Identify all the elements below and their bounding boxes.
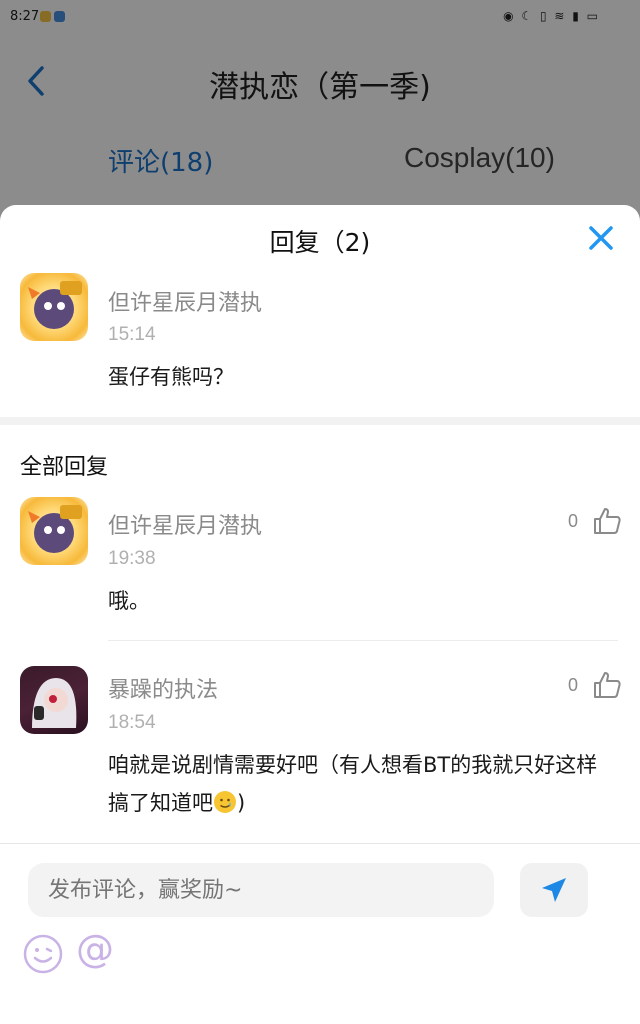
send-button[interactable]: [520, 863, 588, 917]
avatar[interactable]: [20, 273, 88, 341]
thumbs-up-icon[interactable]: [592, 670, 622, 700]
avatar-image: [28, 281, 82, 329]
like-count: 0: [567, 511, 578, 531]
emoji-icon[interactable]: [22, 933, 64, 975]
smiling-with-tear-emoji-icon: [214, 791, 236, 813]
mention-icon[interactable]: @: [76, 927, 114, 971]
reply-text: 咱就是说剧情需要好吧（有人想看BT的我就只好这样搞了知道吧): [108, 746, 613, 822]
like-count: 0: [567, 675, 578, 695]
comment-input[interactable]: [28, 863, 494, 917]
avatar-image: [32, 678, 77, 728]
section-title: 全部回复: [20, 455, 109, 480]
avatar[interactable]: [20, 666, 88, 734]
avatar-image: [28, 505, 82, 553]
close-icon[interactable]: [586, 223, 616, 253]
row-divider: [108, 640, 618, 641]
reply-time: 19:38: [108, 548, 156, 569]
input-divider: [0, 843, 640, 844]
reply-sheet: 回复（2) 但许星辰月潜执 15:14 蛋仔有熊吗？ 全部回复 但许星辰月潜执 …: [0, 205, 640, 1024]
comment-text: 蛋仔有熊吗？: [108, 365, 234, 389]
sheet-title: 回复（2): [269, 228, 371, 257]
thumbs-up-icon[interactable]: [592, 506, 622, 536]
reply-text-suffix: ): [237, 791, 246, 815]
reply-author[interactable]: 暴躁的执法: [108, 672, 218, 704]
reply-time: 18:54: [108, 712, 156, 733]
comment-author[interactable]: 但许星辰月潜执: [108, 285, 262, 317]
reply-text-body: 咱就是说剧情需要好吧（有人想看BT的我就只好这样搞了知道吧: [108, 753, 598, 815]
send-icon: [542, 878, 566, 902]
reply-author[interactable]: 但许星辰月潜执: [108, 508, 262, 540]
section-divider: [0, 417, 640, 425]
avatar[interactable]: [20, 497, 88, 565]
reply-text: 哦。: [108, 589, 150, 613]
comment-time: 15:14: [108, 324, 156, 345]
